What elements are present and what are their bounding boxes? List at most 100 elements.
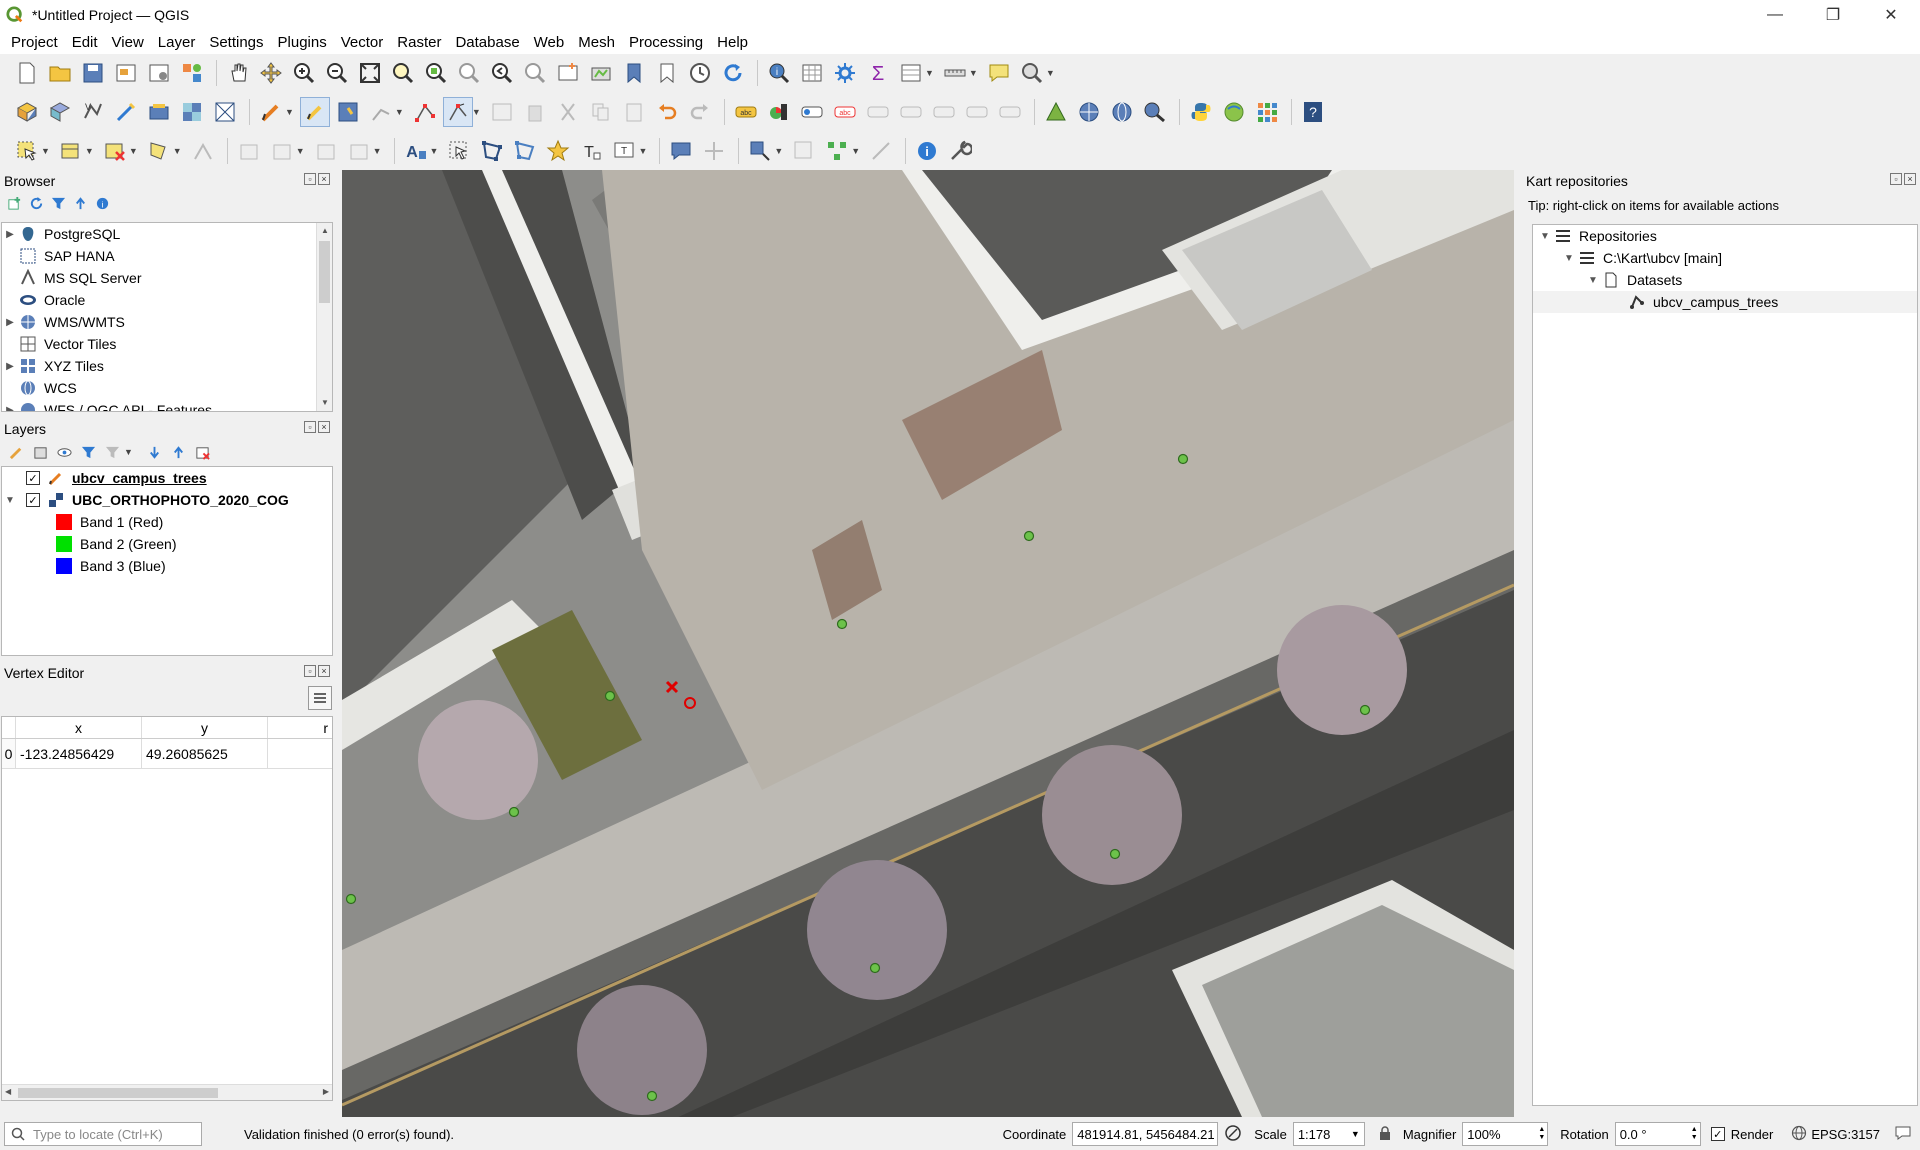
select-features-icon[interactable]	[12, 136, 42, 166]
crs-button[interactable]: EPSG:3157	[1811, 1127, 1880, 1142]
pan-to-selection-icon[interactable]	[256, 58, 286, 88]
zoom-out-icon[interactable]	[322, 58, 352, 88]
coordinate-toggle-icon[interactable]	[1224, 1124, 1242, 1145]
vertex-menu-button[interactable]	[308, 686, 332, 710]
diagram-options-icon[interactable]	[764, 97, 794, 127]
open-project-icon[interactable]	[45, 58, 75, 88]
style-manager-icon[interactable]	[177, 58, 207, 88]
table-row[interactable]: 0 -123.24856429 49.26085625	[2, 739, 332, 769]
metasearch-icon[interactable]	[1140, 97, 1170, 127]
attribute-table-menu-icon[interactable]	[896, 58, 926, 88]
browser-item-xyz-tiles[interactable]: ▶ XYZ Tiles	[2, 355, 332, 377]
menu-project[interactable]: Project	[4, 34, 65, 51]
menu-help[interactable]: Help	[710, 34, 755, 51]
save-edits-icon[interactable]	[333, 97, 363, 127]
menu-web[interactable]: Web	[527, 34, 572, 51]
vertex-r-cell[interactable]	[268, 739, 332, 768]
collapse-arrow-icon[interactable]: ▼	[1537, 231, 1553, 242]
menu-processing[interactable]: Processing	[622, 34, 710, 51]
browser-item-wms[interactable]: ▶ WMS/WMTS	[2, 311, 332, 333]
new-3d-map-view-icon[interactable]	[586, 58, 616, 88]
pan-annotation-icon[interactable]	[699, 136, 729, 166]
remove-layer-icon[interactable]	[195, 444, 211, 460]
label-highlight-icon[interactable]: abc	[830, 97, 860, 127]
info-icon[interactable]: i	[912, 136, 942, 166]
select-annotation-icon[interactable]	[444, 136, 474, 166]
data-source-manager-icon[interactable]	[12, 97, 42, 127]
map-tips-icon[interactable]	[984, 58, 1014, 88]
spin-arrows-icon[interactable]: ▲ ▼	[1691, 1126, 1698, 1142]
zoom-last-icon[interactable]	[487, 58, 517, 88]
zoom-native-icon[interactable]	[454, 58, 484, 88]
collapse-all-layers-icon[interactable]	[171, 444, 187, 460]
digitize-line-icon[interactable]	[366, 97, 396, 127]
layer-visibility-checkbox[interactable]: ✓	[26, 471, 40, 485]
new-print-layout-icon[interactable]	[111, 58, 141, 88]
menu-raster[interactable]: Raster	[390, 34, 448, 51]
close-button[interactable]: ✕	[1862, 0, 1920, 30]
kart-grid-icon[interactable]	[1252, 97, 1282, 127]
browser-item-postgresql[interactable]: ▶ PostgreSQL	[2, 223, 332, 245]
label-properties-icon[interactable]	[995, 97, 1025, 127]
coordinate-field[interactable]: 481914.81, 5456484.21	[1072, 1122, 1219, 1146]
column-header-y[interactable]: y	[142, 717, 268, 738]
browser-item-wcs[interactable]: WCS	[2, 377, 332, 399]
label-tool-a-icon[interactable]: A	[401, 136, 431, 166]
collapse-arrow-icon[interactable]: ▼	[2, 495, 18, 506]
column-header-r[interactable]: r	[268, 717, 332, 738]
select-by-location-icon[interactable]	[144, 136, 174, 166]
browser-item-mssql[interactable]: MS SQL Server	[2, 267, 332, 289]
label-move-icon[interactable]	[863, 97, 893, 127]
spin-arrows-icon[interactable]: ▲ ▼	[1538, 1126, 1545, 1142]
help-icon[interactable]: ?	[1298, 97, 1328, 127]
label-pin-icon[interactable]	[797, 97, 827, 127]
star-annotation-icon[interactable]	[543, 136, 573, 166]
save-project-icon[interactable]	[78, 58, 108, 88]
minimize-button[interactable]: —	[1746, 0, 1804, 30]
menu-plugins[interactable]: Plugins	[271, 34, 334, 51]
expand-all-icon[interactable]	[147, 444, 163, 460]
tree-item-repositories[interactable]: ▼ Repositories	[1533, 225, 1917, 247]
restore-button[interactable]: ❐	[1804, 0, 1862, 30]
menu-edit[interactable]: Edit	[65, 34, 105, 51]
collapse-all-icon[interactable]	[72, 195, 88, 211]
new-project-icon[interactable]	[12, 58, 42, 88]
vertex-horizontal-scrollbar[interactable]: ◀ ▶	[2, 1084, 332, 1100]
magnifier-spinbox[interactable]: 100% ▲ ▼	[1462, 1122, 1549, 1146]
add-mesh-icon[interactable]	[210, 97, 240, 127]
add-wms-icon[interactable]	[144, 97, 174, 127]
menu-database[interactable]: Database	[448, 34, 526, 51]
layer-item-orthophoto[interactable]: ▼ ✓ UBC_ORTHOPHOTO_2020_COG	[2, 489, 332, 511]
menu-vector[interactable]: Vector	[334, 34, 391, 51]
browser-item-vector-tiles[interactable]: Vector Tiles	[2, 333, 332, 355]
column-header-x[interactable]: x	[16, 717, 142, 738]
layer-visibility-checkbox[interactable]: ✓	[26, 493, 40, 507]
layout-manager-icon[interactable]	[144, 58, 174, 88]
show-bookmarks-icon[interactable]	[652, 58, 682, 88]
refresh-browser-icon[interactable]	[28, 195, 44, 211]
band-legend-item[interactable]: Band 1 (Red)	[2, 511, 332, 533]
float-panel-button[interactable]: ▫	[304, 421, 316, 433]
close-panel-button[interactable]: ×	[318, 173, 330, 185]
expand-arrow-icon[interactable]: ▶	[2, 361, 18, 372]
label-show-hide-icon[interactable]	[962, 97, 992, 127]
new-map-view-icon[interactable]	[553, 58, 583, 88]
add-raster-icon[interactable]	[177, 97, 207, 127]
new-bookmark-icon[interactable]	[619, 58, 649, 88]
layer-item-campus-trees[interactable]: ✓ ubcv_campus_trees	[2, 467, 332, 489]
style-panel-icon[interactable]	[8, 444, 24, 460]
pan-map-icon[interactable]	[223, 58, 253, 88]
identify-features-icon[interactable]: i	[764, 58, 794, 88]
collapse-arrow-icon[interactable]: ▼	[1585, 275, 1601, 286]
crs-globe-icon[interactable]	[1791, 1125, 1807, 1144]
float-panel-button[interactable]: ▫	[1890, 173, 1902, 185]
menu-layer[interactable]: Layer	[151, 34, 203, 51]
edit-nodes-icon[interactable]	[477, 136, 507, 166]
add-vector-layer-icon[interactable]: V	[78, 97, 108, 127]
expand-arrow-icon[interactable]: ▶	[2, 405, 18, 412]
menu-mesh[interactable]: Mesh	[571, 34, 622, 51]
float-panel-button[interactable]: ▫	[304, 665, 316, 677]
close-panel-button[interactable]: ×	[318, 665, 330, 677]
zoom-to-layer-icon[interactable]	[421, 58, 451, 88]
browser-item-wfs[interactable]: ▶ WFS / OGC API - Features	[2, 399, 332, 412]
